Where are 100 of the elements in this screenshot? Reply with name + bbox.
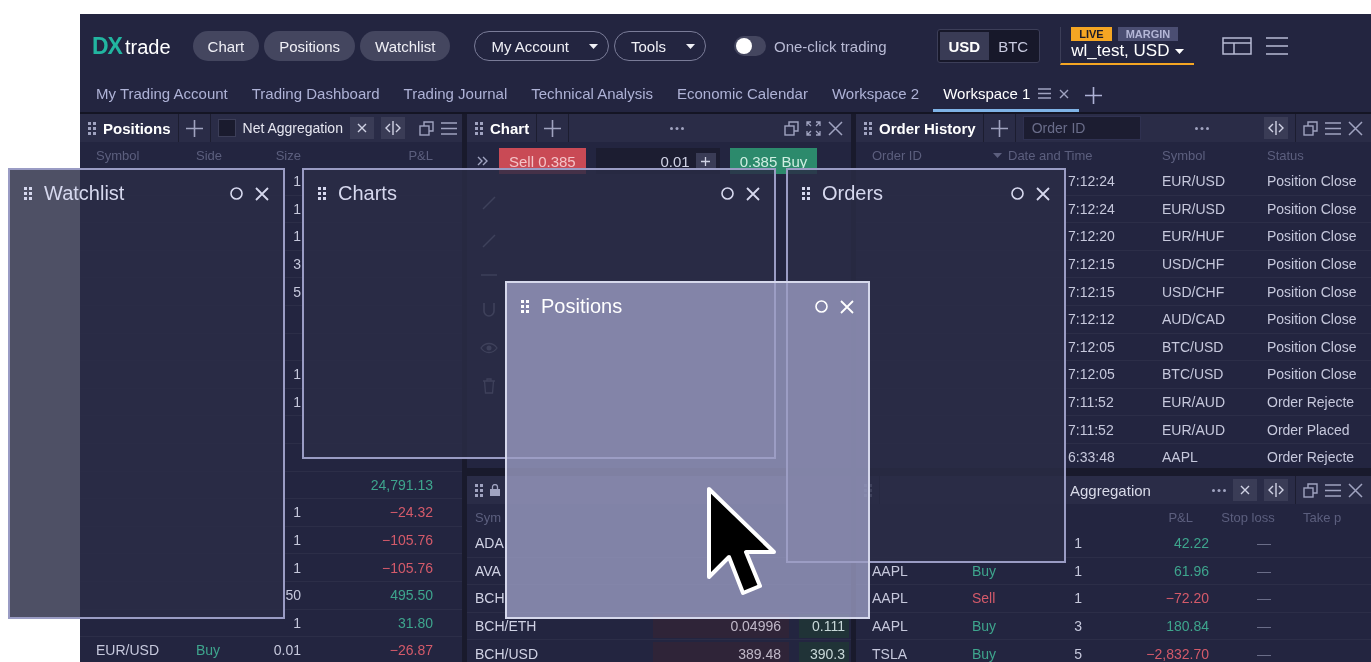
circle-icon[interactable] xyxy=(721,187,734,200)
detach-icon[interactable] xyxy=(784,120,799,136)
floating-window-dialog[interactable]: Positions xyxy=(505,281,870,619)
close-icon[interactable] xyxy=(1036,186,1050,201)
increment-icon[interactable] xyxy=(701,156,711,166)
checkbox[interactable] xyxy=(217,119,236,137)
split-view-button[interactable] xyxy=(1264,117,1288,139)
close-icon[interactable] xyxy=(746,186,760,201)
side-cell-text: Buy xyxy=(196,642,222,659)
drag-handle-icon[interactable] xyxy=(318,187,326,200)
search-field[interactable]: Order ID xyxy=(1022,116,1141,140)
time-cell-text: 7:12:12 xyxy=(1068,311,1116,328)
workspace-tab[interactable]: My Trading Account xyxy=(86,78,238,112)
nav-button[interactable]: Chart xyxy=(192,31,260,61)
pnl-cell-text: 31.80 xyxy=(396,614,433,631)
menu-icon[interactable] xyxy=(1038,88,1052,99)
bid-price[interactable]: 389.48 xyxy=(653,641,789,662)
workspace-tab[interactable]: Workspace 2 xyxy=(821,78,930,112)
detach-icon[interactable] xyxy=(1303,120,1318,136)
close-icon[interactable] xyxy=(1348,482,1363,498)
symbol-cell-text: ADA xyxy=(475,535,505,552)
stop-loss-cell-text: — xyxy=(1256,645,1272,662)
add-icon[interactable] xyxy=(544,119,562,137)
drag-handle-icon[interactable] xyxy=(24,187,32,200)
panel-title: Chart xyxy=(490,119,530,137)
detach-icon[interactable] xyxy=(418,120,434,136)
add-icon[interactable] xyxy=(185,119,203,137)
detach-icon[interactable] xyxy=(1303,482,1318,498)
double-chevron-icon[interactable] xyxy=(477,156,489,166)
drag-handle-icon[interactable] xyxy=(802,187,810,200)
time-cell-text: 7:12:15 xyxy=(1068,283,1116,300)
time-cell-text: 7:12:15 xyxy=(1068,256,1116,273)
time-cell-text: 7:12:20 xyxy=(1068,228,1116,245)
more-icon[interactable] xyxy=(1212,488,1226,492)
ask-price[interactable]: 390.3 xyxy=(799,641,849,662)
size-cell-text: 1 xyxy=(292,173,301,190)
expand-icon[interactable] xyxy=(806,120,821,136)
close-icon[interactable] xyxy=(828,120,843,136)
symbol-cell-text: EUR/HUF xyxy=(1162,228,1226,245)
workspace-tab[interactable]: Trading Journal xyxy=(393,78,518,112)
nav-button[interactable]: Watchlist xyxy=(360,31,451,61)
drag-handle-icon[interactable] xyxy=(864,121,872,135)
workspace-tab[interactable]: Economic Calendar xyxy=(667,78,818,112)
more-icon[interactable] xyxy=(669,126,684,130)
add-icon[interactable] xyxy=(990,119,1008,137)
symbol-cell-text: EUR/USD xyxy=(96,642,160,659)
size-cell-text: 3 xyxy=(1073,618,1082,635)
symbol-cell-text: BCH/ETH xyxy=(475,618,538,635)
menu-icon[interactable] xyxy=(440,121,457,135)
close-icon xyxy=(356,123,367,133)
status-cell-text: Position Close xyxy=(1267,228,1358,245)
floating-window-dialog[interactable]: Watchlist xyxy=(8,168,285,619)
sort-descending-icon[interactable] xyxy=(993,152,1002,158)
time-cell-text: 7:12:24 xyxy=(1068,200,1116,217)
status-cell-text: Position Close xyxy=(1267,338,1358,355)
caret-icon xyxy=(1175,48,1185,54)
workspace-tab[interactable]: Trading Dashboard xyxy=(241,78,390,112)
status-cell-text: Position Close xyxy=(1267,173,1358,190)
close-icon[interactable] xyxy=(1348,120,1363,136)
account-selector[interactable]: wl_test, USD xyxy=(1071,41,1185,61)
circle-icon[interactable] xyxy=(1011,187,1024,200)
size-cell-text: 1 xyxy=(292,228,301,245)
split-view-button[interactable] xyxy=(380,117,405,139)
currency-option[interactable]: BTC xyxy=(989,32,1038,60)
close-icon[interactable] xyxy=(255,186,269,201)
currency-option[interactable]: USD xyxy=(939,32,990,60)
circle-icon[interactable] xyxy=(230,187,243,200)
split-view-button[interactable] xyxy=(1264,479,1288,501)
drag-handle-icon[interactable] xyxy=(521,300,529,313)
pnl-cell-text: 180.84 xyxy=(1165,618,1209,635)
toggle-switch[interactable] xyxy=(734,36,766,56)
caret-icon xyxy=(686,43,695,49)
nav-button[interactable]: Positions xyxy=(264,31,356,61)
drag-handle-icon[interactable] xyxy=(475,121,483,135)
menu-icon[interactable] xyxy=(1325,121,1341,135)
size-cell-text: 1 xyxy=(1073,590,1082,607)
split-icon xyxy=(384,121,401,135)
panel-title: Order History xyxy=(879,119,976,137)
symbol-cell-text: AAPL xyxy=(872,590,909,607)
size-cell-text: 1 xyxy=(292,394,301,411)
status-cell-text: Position Close xyxy=(1267,283,1358,300)
close-icon[interactable] xyxy=(1059,88,1070,99)
more-icon[interactable] xyxy=(1195,126,1210,130)
time-cell-text: 7:12:05 xyxy=(1068,338,1116,355)
clear-button[interactable] xyxy=(1233,479,1257,501)
menu-icon[interactable] xyxy=(1266,37,1289,55)
workspace-tab[interactable]: Technical Analysis xyxy=(521,78,663,112)
layout-icon[interactable] xyxy=(1222,37,1253,55)
panel-title: Positions xyxy=(103,119,171,137)
pnl-cell-text: −72.20 xyxy=(1164,590,1209,607)
drag-handle-icon[interactable] xyxy=(88,121,96,135)
clear-button[interactable] xyxy=(349,117,374,139)
window-title: Charts xyxy=(338,182,397,205)
status-cell-text: Position Close xyxy=(1267,200,1358,217)
drag-handle-icon[interactable] xyxy=(475,483,483,497)
add-icon[interactable] xyxy=(1085,86,1103,104)
size-cell-text: 3 xyxy=(292,256,301,273)
status-cell-text: Position Close xyxy=(1267,366,1358,383)
size-cell-text: 1 xyxy=(292,614,301,631)
menu-icon[interactable] xyxy=(1325,483,1341,497)
